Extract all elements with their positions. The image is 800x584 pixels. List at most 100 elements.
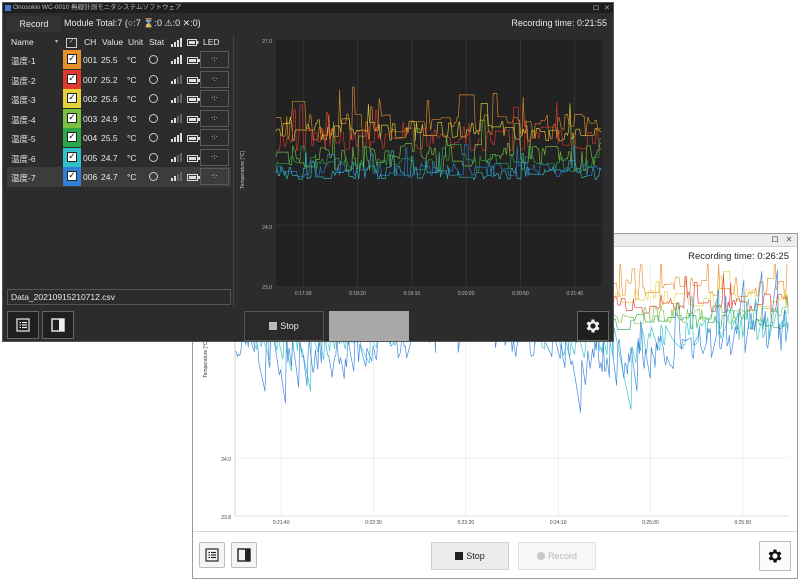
settings-button[interactable] — [759, 541, 791, 571]
record-button[interactable]: Record — [7, 16, 61, 32]
channel-value: 25.5 — [101, 133, 118, 143]
channel-row[interactable]: 温度-1 ✓ 001 25.5 °C ·:· — [7, 50, 231, 70]
x-tick-label: 0:25:50 — [734, 520, 751, 526]
battery-icon — [187, 154, 200, 162]
record-button[interactable]: Record — [518, 542, 596, 570]
led-blink-button[interactable]: ·:· — [200, 109, 229, 127]
channel-value: 24.7 — [101, 172, 118, 182]
status-circle-icon — [149, 152, 158, 162]
top-toolbar: Record Module Total:7 (○:7 ⌛:0 ⚠:0 ✕:0) … — [3, 14, 613, 34]
led-blink-button[interactable]: ·:· — [200, 148, 229, 166]
recording-time-value: 0:21:55 — [576, 18, 607, 28]
panel-toggle-button[interactable] — [231, 542, 257, 568]
stop-label: Stop — [280, 321, 299, 331]
channel-unit: °C — [127, 133, 137, 143]
x-tick-label: 0:18:20 — [349, 291, 366, 297]
stop-icon — [455, 552, 464, 560]
led-blink-button[interactable]: ·:· — [200, 168, 229, 185]
channel-value: 25.2 — [101, 74, 118, 85]
led-blink-button[interactable]: ·:· — [200, 90, 229, 107]
channel-value: 24.9 — [101, 113, 118, 124]
channel-checkbox[interactable]: ✓ — [67, 132, 77, 142]
led-blink-button[interactable]: ·:· — [200, 51, 229, 68]
close-button[interactable]: ✕ — [783, 235, 795, 244]
list-view-icon — [205, 548, 219, 562]
channel-checkbox[interactable]: ✓ — [67, 54, 77, 64]
battery-icon — [187, 115, 200, 123]
maximize-button[interactable]: ロ — [769, 235, 781, 244]
signal-strength-icon — [171, 152, 182, 162]
battery-icon — [187, 57, 200, 64]
status-circle-icon — [149, 55, 158, 64]
status-circle-icon — [149, 74, 158, 84]
stop-icon — [269, 322, 278, 330]
channel-row[interactable]: 温度-5 ✓ 004 25.5 °C ·:· — [7, 128, 231, 148]
column-header-name[interactable]: Name — [11, 35, 34, 49]
channel-checkbox[interactable]: ✓ — [67, 151, 77, 162]
recording-time-label: Recording time: — [688, 251, 755, 262]
led-blink-button[interactable]: ·:· — [200, 70, 229, 88]
list-view-icon — [16, 318, 30, 332]
y-tick-label: 24.0 — [262, 225, 272, 231]
y-axis-label: Temperature [°C] — [240, 150, 246, 188]
channel-checkbox[interactable]: ✓ — [67, 73, 77, 84]
channel-row[interactable]: 温度-4 ✓ 003 24.9 °C ·:· — [7, 108, 231, 129]
channel-checkbox[interactable]: ✓ — [67, 112, 77, 123]
gear-icon — [768, 549, 782, 563]
channel-checkbox[interactable]: ✓ — [67, 93, 77, 103]
x-tick-label: 0:19:10 — [403, 291, 420, 297]
channel-row[interactable]: 温度-2 ✓ 007 25.2 °C ·:· — [7, 69, 231, 90]
status-circle-icon — [149, 133, 158, 142]
list-view-button[interactable] — [199, 542, 225, 568]
status-circle-icon — [149, 172, 158, 181]
channel-row[interactable]: 温度-6 ✓ 005 24.7 °C ·:· — [7, 147, 231, 168]
panel-toggle-button[interactable] — [42, 311, 74, 339]
check-all-icon[interactable]: ✓ — [66, 38, 77, 48]
battery-icon — [187, 39, 199, 46]
list-view-button[interactable] — [7, 311, 39, 339]
maximize-button[interactable]: ロ — [591, 3, 601, 13]
channel-value: 25.6 — [101, 94, 118, 104]
window-title: Onosokki WC-0010 無線計測モニタシステムソフトウェア — [13, 4, 182, 11]
panel-toggle-icon — [51, 318, 65, 332]
channel-unit: °C — [127, 74, 137, 85]
gear-icon — [586, 319, 600, 333]
record-icon — [536, 552, 545, 560]
channel-row[interactable]: 温度-7 ✓ 006 24.7 °C ·:· — [7, 167, 231, 187]
x-tick-label: 0:21:40 — [566, 291, 583, 297]
channel-unit: °C — [127, 152, 137, 163]
close-button[interactable]: ✕ — [602, 3, 612, 13]
record-label: Record — [547, 551, 577, 561]
channel-unit: °C — [127, 55, 137, 65]
status-circle-icon — [149, 113, 158, 123]
battery-icon — [187, 96, 200, 103]
led-blink-button[interactable]: ·:· — [200, 129, 229, 146]
panel-toggle-icon — [237, 548, 251, 562]
module-total: Module Total:7 (○:7 ⌛:0 ⚠:0 ✕:0) — [64, 18, 201, 28]
channel-number: 007 — [83, 74, 98, 85]
column-header-ch: CH — [84, 37, 97, 47]
channel-name: 温度-7 — [11, 173, 36, 183]
battery-icon — [187, 76, 200, 84]
recording-time: Recording time: 0:26:25 — [688, 251, 789, 262]
channel-unit: °C — [127, 113, 137, 124]
record-button-disabled[interactable] — [329, 311, 409, 341]
bottom-toolbar: Stop Record — [193, 531, 797, 578]
settings-button[interactable] — [577, 311, 609, 341]
stop-button[interactable]: Stop — [244, 311, 324, 341]
data-file-name: Data_20210915210712.csv — [7, 289, 231, 305]
recording-time: Recording time: 0:21:55 — [511, 18, 607, 28]
channel-number: 006 — [83, 172, 98, 182]
monitor-window-dark: Onosokki WC-0010 無線計測モニタシステムソフトウェア ロ ✕ R… — [2, 2, 614, 342]
signal-strength-icon — [171, 74, 182, 84]
x-tick-label: 0:24:10 — [550, 520, 567, 526]
channel-name: 温度-6 — [11, 153, 36, 164]
channel-checkbox[interactable]: ✓ — [67, 171, 77, 181]
channel-row[interactable]: 温度-3 ✓ 002 25.6 °C ·:· — [7, 89, 231, 109]
signal-strength-icon — [171, 133, 182, 142]
sort-arrow-icon[interactable]: ▾ — [55, 38, 58, 45]
y-tick-label: 23.8 — [221, 515, 231, 521]
battery-icon — [187, 174, 200, 181]
stop-button[interactable]: Stop — [431, 542, 509, 570]
channel-number: 002 — [83, 94, 98, 104]
